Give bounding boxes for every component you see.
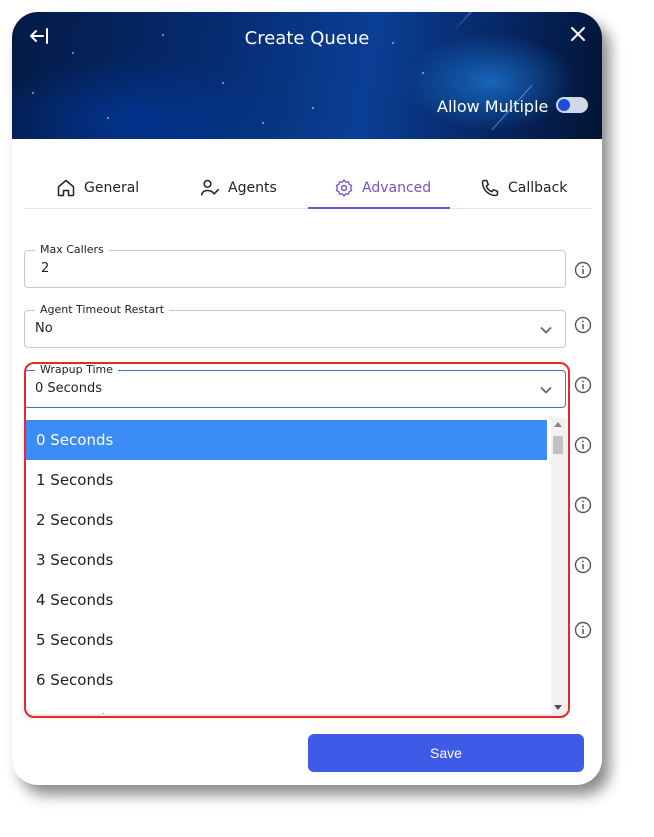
scroll-thumb[interactable] — [553, 436, 563, 454]
field-info-button[interactable] — [574, 556, 592, 574]
dialog-title: Create Queue — [244, 28, 370, 49]
toggle-knob — [558, 99, 570, 111]
wrapup-option[interactable]: 0 Seconds — [25, 420, 547, 460]
max-callers-field[interactable]: Max Callers 2 — [24, 243, 566, 288]
wrapup-time-options-list[interactable]: 0 Seconds 1 Seconds 2 Seconds 3 Seconds … — [25, 418, 565, 714]
field-info-button[interactable] — [574, 621, 592, 639]
chevron-down-icon — [540, 326, 552, 334]
home-icon — [57, 179, 75, 196]
tab-advanced[interactable]: Advanced — [334, 167, 431, 208]
agent-timeout-info-button[interactable] — [574, 316, 592, 334]
close-icon — [571, 27, 585, 41]
agent-timeout-restart-label: Agent Timeout Restart — [35, 303, 170, 316]
max-callers-label: Max Callers — [35, 243, 109, 256]
info-icon — [574, 496, 592, 514]
tab-general-label: General — [84, 179, 140, 196]
tab-bar: General Agents Advanced Callback — [24, 167, 592, 209]
dialog-header: Create Queue Allow Multiple — [12, 12, 602, 139]
wrapup-option[interactable]: 1 Seconds — [25, 460, 547, 500]
tab-agents-label: Agents — [228, 179, 277, 196]
tab-general[interactable]: General — [56, 167, 139, 208]
scroll-up-arrow-icon[interactable] — [554, 422, 562, 427]
wrapup-time-value: 0 Seconds — [35, 381, 103, 396]
close-button[interactable] — [568, 24, 588, 44]
create-queue-dialog: Create Queue Allow Multiple General Agen… — [12, 12, 602, 785]
tab-callback[interactable]: Callback — [480, 167, 567, 208]
wrapup-time-select[interactable]: Wrapup Time 0 Seconds — [24, 363, 566, 408]
wrapup-option[interactable]: 6 Seconds — [25, 660, 547, 700]
gear-icon — [335, 178, 353, 197]
user-check-icon — [200, 179, 220, 196]
wrapup-time-label: Wrapup Time — [35, 363, 118, 376]
info-icon — [574, 621, 592, 639]
field-info-button[interactable] — [574, 496, 592, 514]
info-icon — [574, 436, 592, 454]
agent-timeout-restart-select[interactable]: Agent Timeout Restart No — [24, 303, 566, 348]
info-icon — [574, 261, 592, 279]
chevron-down-icon — [540, 386, 552, 394]
options-scrollbar[interactable] — [551, 418, 565, 714]
info-icon — [574, 556, 592, 574]
save-button[interactable]: Save — [308, 734, 584, 772]
wrapup-option[interactable]: 5 Seconds — [25, 620, 547, 660]
max-callers-value: 2 — [41, 261, 50, 276]
max-callers-info-button[interactable] — [574, 261, 592, 279]
wrapup-option[interactable]: 4 Seconds — [25, 580, 547, 620]
tab-advanced-label: Advanced — [362, 179, 432, 196]
tab-agents[interactable]: Agents — [200, 167, 277, 208]
wrapup-time-info-button[interactable] — [574, 376, 592, 394]
allow-multiple-toggle[interactable] — [556, 97, 588, 113]
info-icon — [574, 376, 592, 394]
active-tab-indicator — [308, 207, 450, 209]
phone-icon — [481, 179, 499, 196]
scroll-down-arrow-icon[interactable] — [554, 705, 562, 710]
agent-timeout-restart-value: No — [35, 321, 53, 336]
wrapup-option[interactable]: 7 Seconds — [25, 700, 547, 714]
info-icon — [574, 316, 592, 334]
tab-callback-label: Callback — [508, 179, 568, 196]
allow-multiple-label: Allow Multiple — [437, 97, 549, 116]
wrapup-option[interactable]: 2 Seconds — [25, 500, 547, 540]
field-info-button[interactable] — [574, 436, 592, 454]
wrapup-option[interactable]: 3 Seconds — [25, 540, 547, 580]
